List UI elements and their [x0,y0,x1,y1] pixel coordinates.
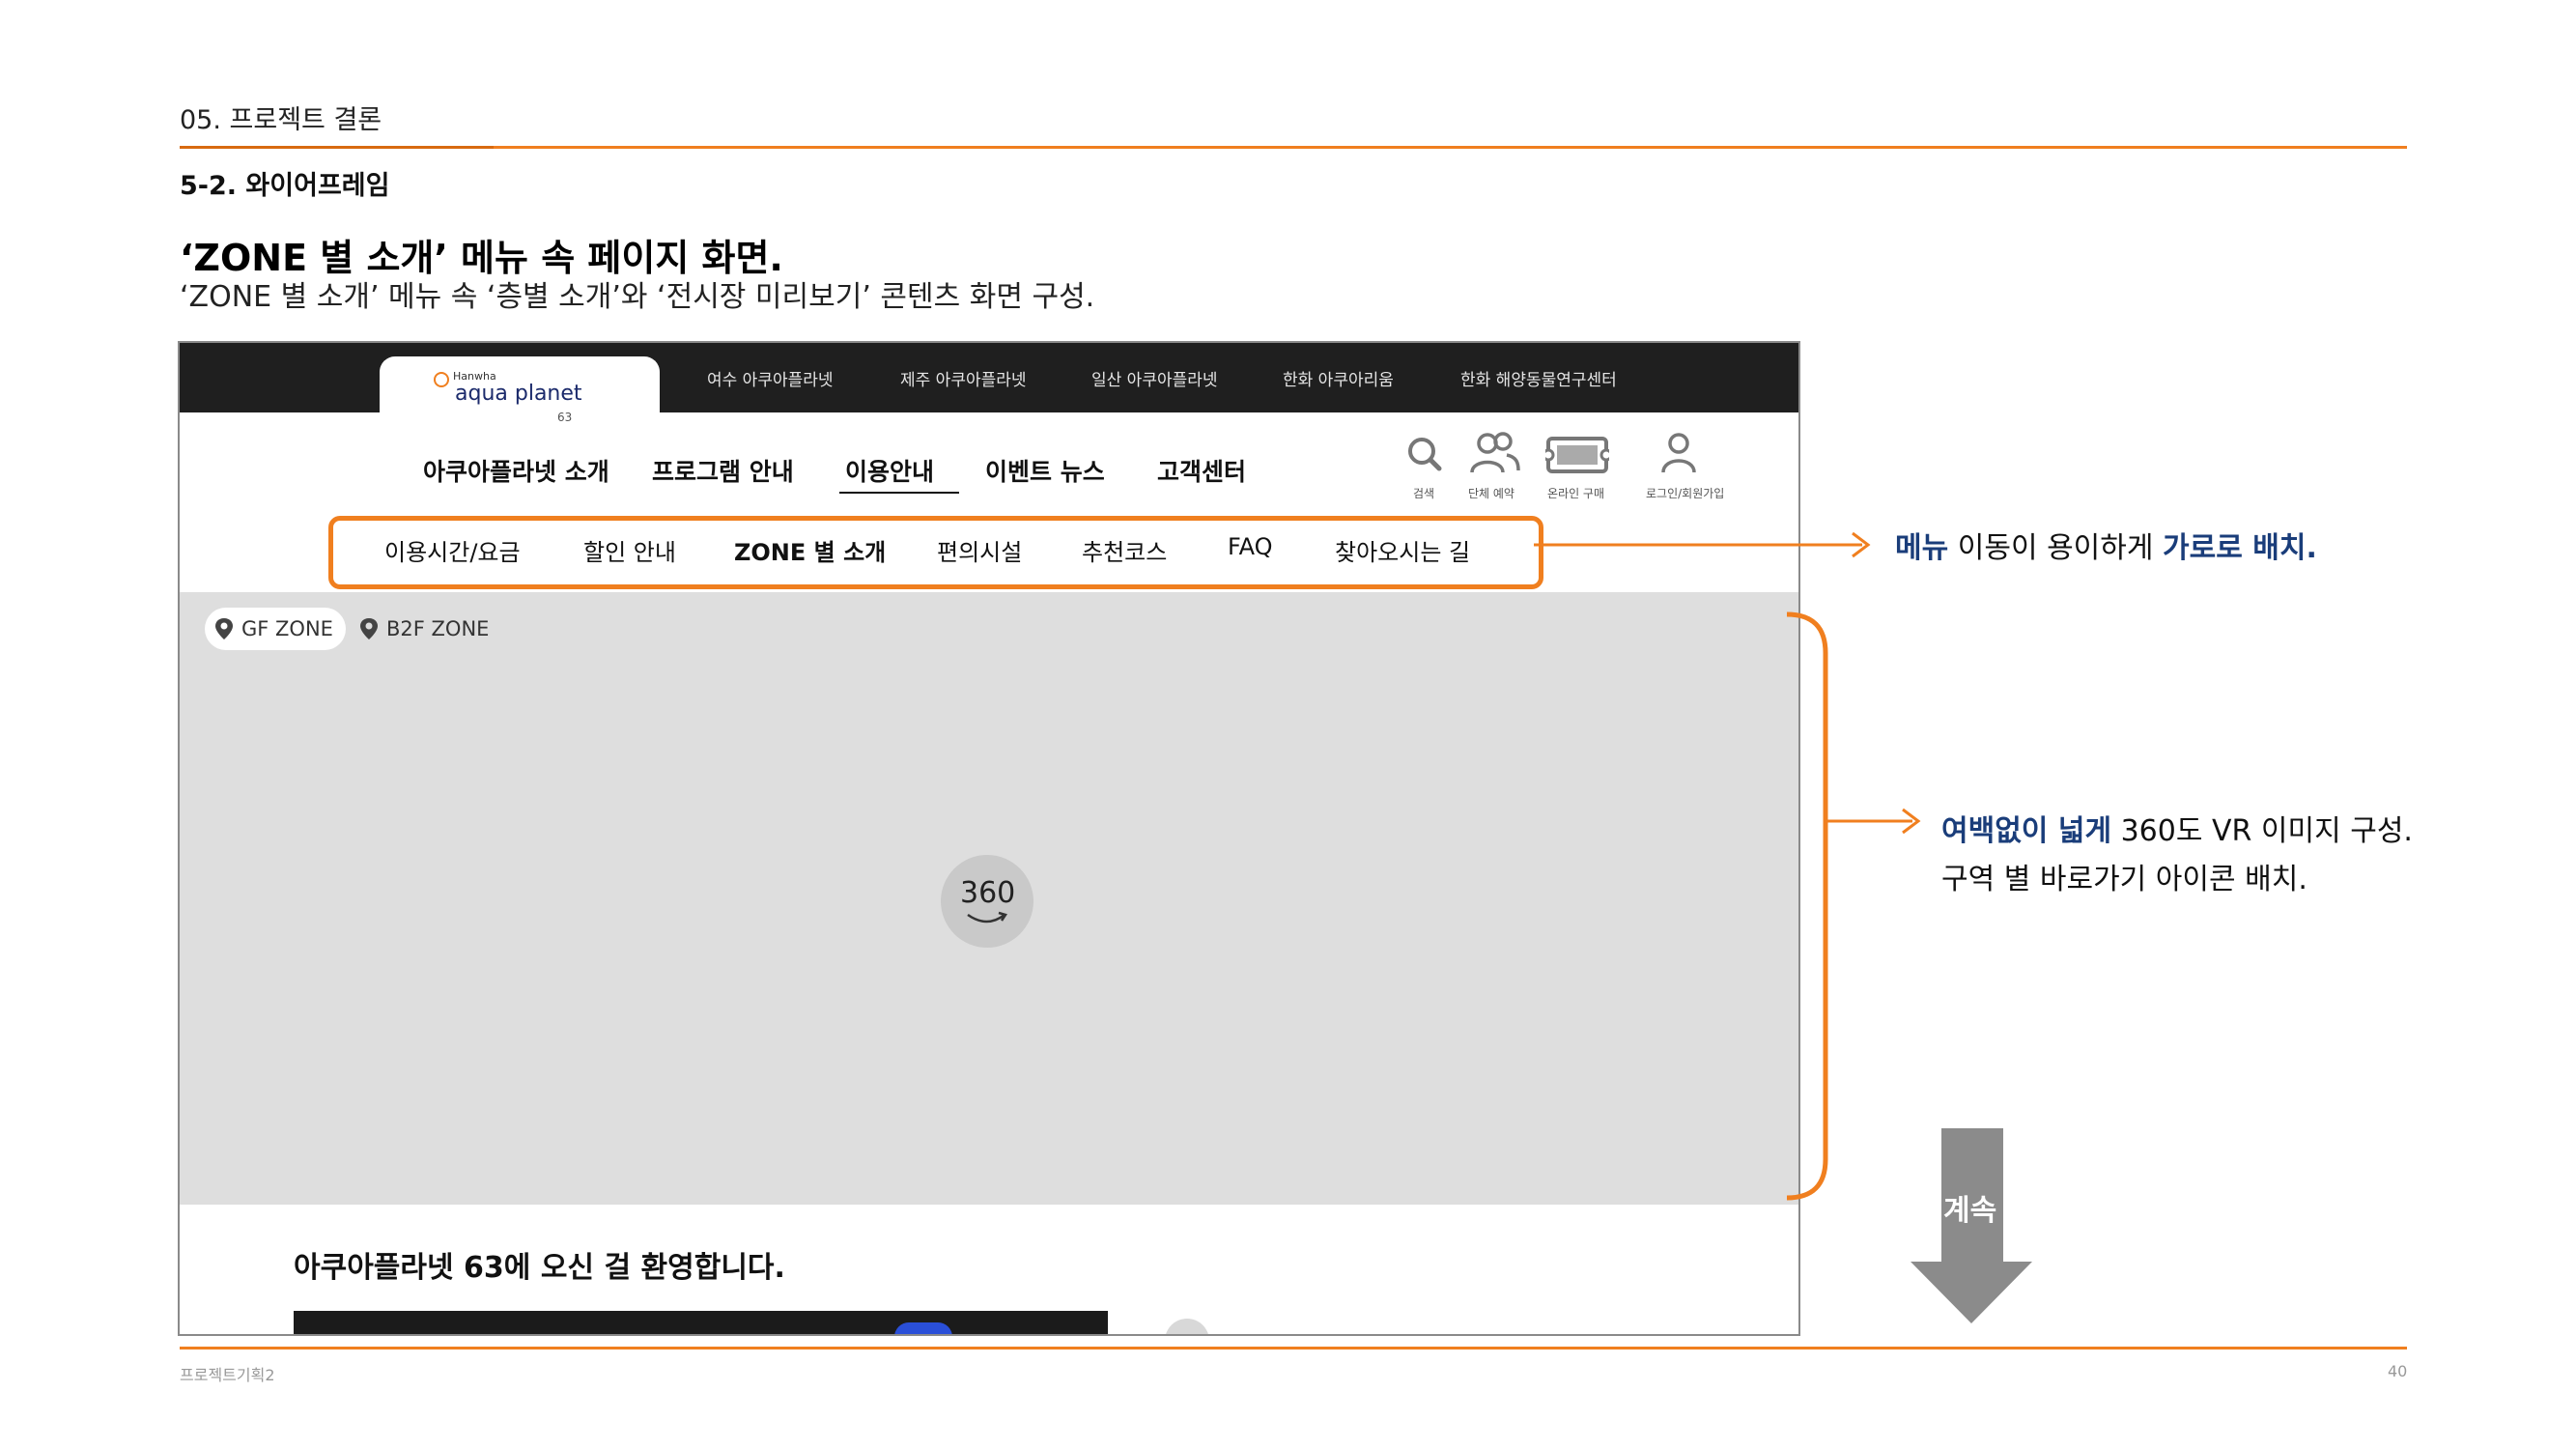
vr-bracket [1786,611,1828,1201]
footer-divider [180,1347,2407,1350]
continue-label: 계속 [1943,1194,1997,1228]
menu-annotation-hl1: 메뉴 [1895,531,1949,565]
vr-annotation-hl1: 여백없이 넓게 [1941,814,2112,848]
menu-annotation-hl2: 가로로 배치. [2163,531,2317,565]
vr-annotation: 여백없이 넓게 360도 VR 이미지 구성. 구역 별 바로가기 아이콘 배치. [1941,808,2413,904]
vr-annotation-line2: 구역 별 바로가기 아이콘 배치. [1941,863,2307,896]
vr-annotation-rest1: 360도 VR 이미지 구성. [2111,814,2413,848]
page-number: 40 [2388,1362,2408,1380]
annotation-lines [1534,531,2032,1323]
footer-label: 프로젝트기획2 [180,1366,275,1384]
continue-arrow-head [1911,1262,2032,1323]
menu-annotation-mid: 이동이 용이하게 [1948,531,2164,565]
menu-annotation: 메뉴 이동이 용이하게 가로로 배치. [1895,524,2317,566]
